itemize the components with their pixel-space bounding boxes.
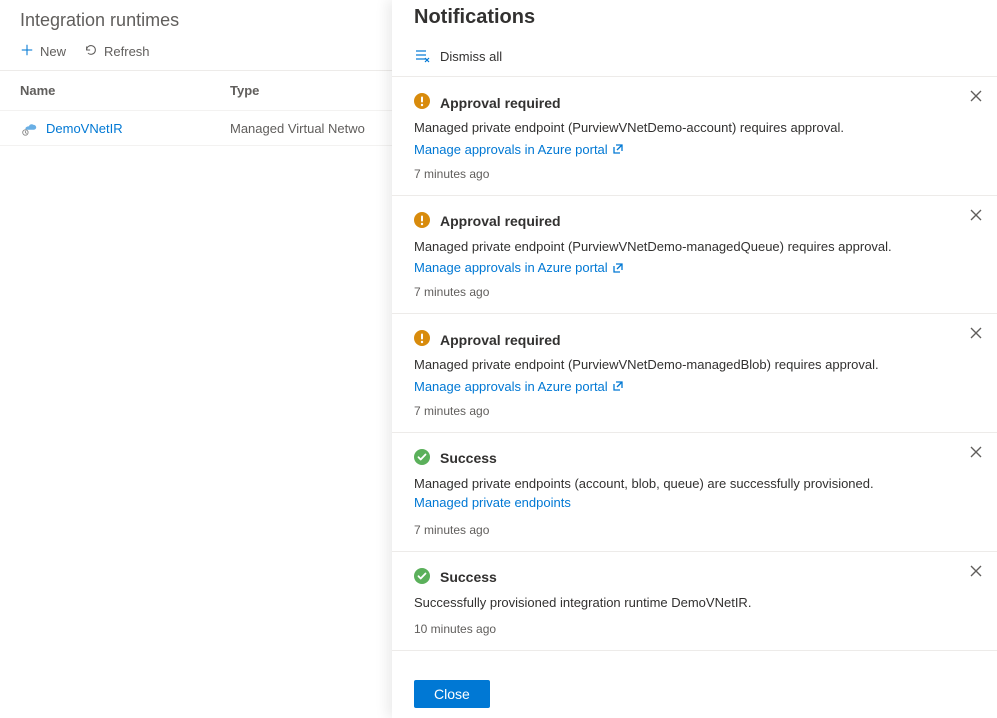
runtime-type: Managed Virtual Netwo <box>230 121 365 136</box>
notification-time: 7 minutes ago <box>414 285 951 299</box>
dismiss-notification-button[interactable] <box>969 326 983 343</box>
notification-time: 7 minutes ago <box>414 523 951 537</box>
dismiss-all-label: Dismiss all <box>440 49 502 64</box>
notification-title: Approval required <box>440 95 561 111</box>
dismiss-notification-button[interactable] <box>969 564 983 581</box>
notification-message: Successfully provisioned integration run… <box>414 593 951 613</box>
refresh-label: Refresh <box>104 44 150 59</box>
runtime-name-link[interactable]: DemoVNetIR <box>46 121 123 136</box>
notification-message: Managed private endpoint (PurviewVNetDem… <box>414 355 951 375</box>
notification-item: Success Successfully provisioned integra… <box>392 552 997 652</box>
new-button[interactable]: New <box>20 43 66 60</box>
panel-footer: Close <box>392 666 997 718</box>
warning-icon <box>414 212 430 231</box>
dismiss-all-icon <box>414 47 430 66</box>
dismiss-all-button[interactable]: Dismiss all <box>392 43 997 77</box>
warning-icon <box>414 93 430 112</box>
notification-time: 7 minutes ago <box>414 167 951 181</box>
notification-message: Managed private endpoints (account, blob… <box>414 474 951 513</box>
refresh-button[interactable]: Refresh <box>84 43 150 60</box>
integration-runtime-icon <box>20 119 38 137</box>
notification-title: Approval required <box>440 332 561 348</box>
notification-item: Approval required Managed private endpoi… <box>392 77 997 196</box>
column-name[interactable]: Name <box>20 83 230 98</box>
notification-time: 7 minutes ago <box>414 404 951 418</box>
notification-list: Approval required Managed private endpoi… <box>392 77 997 666</box>
notification-title: Success <box>440 569 497 585</box>
notification-link[interactable]: Manage approvals in Azure portal <box>414 260 624 275</box>
notification-title: Success <box>440 450 497 466</box>
dismiss-notification-button[interactable] <box>969 445 983 462</box>
notification-link[interactable]: Managed private endpoints <box>414 493 571 513</box>
notification-link[interactable]: Manage approvals in Azure portal <box>414 142 624 157</box>
notification-time: 10 minutes ago <box>414 622 951 636</box>
success-icon <box>414 568 430 587</box>
notification-item: Success Managed private endpoints (accou… <box>392 433 997 552</box>
notification-item: Approval required Managed private endpoi… <box>392 196 997 315</box>
dismiss-notification-button[interactable] <box>969 208 983 225</box>
notification-title: Approval required <box>440 213 561 229</box>
new-label: New <box>40 44 66 59</box>
warning-icon <box>414 330 430 349</box>
close-button[interactable]: Close <box>414 680 490 708</box>
dismiss-notification-button[interactable] <box>969 89 983 106</box>
notifications-panel: Notifications Dismiss all Approval requi… <box>392 0 997 718</box>
success-icon <box>414 449 430 468</box>
notification-item: Approval required Managed private endpoi… <box>392 314 997 433</box>
plus-icon <box>20 43 34 60</box>
notification-message: Managed private endpoint (PurviewVNetDem… <box>414 237 951 257</box>
refresh-icon <box>84 43 98 60</box>
notification-link[interactable]: Manage approvals in Azure portal <box>414 379 624 394</box>
notification-message: Managed private endpoint (PurviewVNetDem… <box>414 118 951 138</box>
column-type[interactable]: Type <box>230 83 259 98</box>
panel-title: Notifications <box>392 0 997 43</box>
